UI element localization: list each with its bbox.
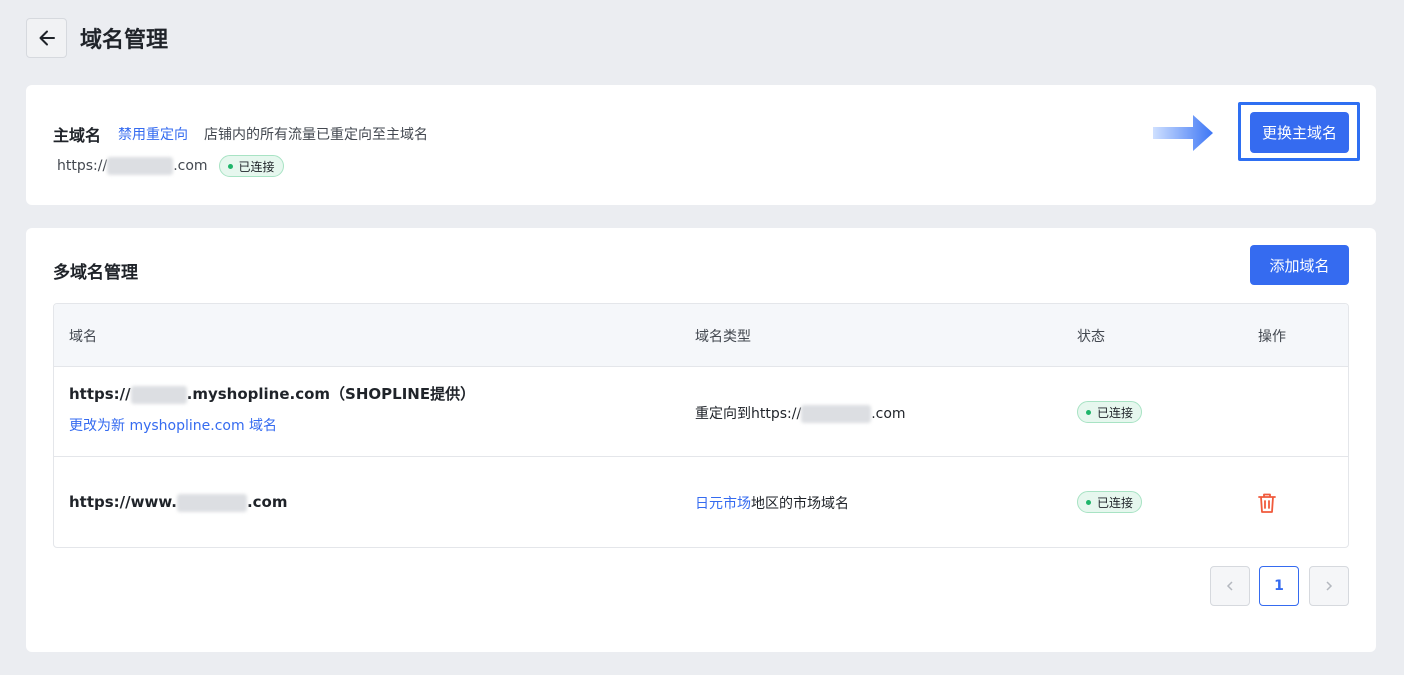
market-link[interactable]: 日元市场 [695,496,751,512]
status-cell: 已连接 [1077,401,1143,423]
redacted-domain [107,157,174,175]
page-button-current[interactable]: 1 [1259,566,1299,606]
page-header: 域名管理 [26,18,168,58]
next-page-button[interactable] [1309,566,1349,606]
add-domain-button[interactable]: 添加域名 [1250,245,1349,285]
domain-cell: https://www. .com [69,493,288,512]
arrow-right-icon [1153,115,1213,151]
redirect-description: 店铺内的所有流量已重定向至主域名 [204,127,429,143]
domain-cell: https://.myshopline.com（SHOPLINE提供） [69,385,476,404]
table-row: https://.myshopline.com（SHOPLINE提供） 更改为新… [54,367,1348,457]
domain-table: 域名 域名类型 状态 操作 https://.myshopline.com（SH… [53,303,1349,548]
status-cell: 已连接 [1077,491,1143,513]
change-primary-domain-button[interactable]: 更换主域名 [1250,112,1349,153]
table-header: 域名 域名类型 状态 操作 [54,304,1348,367]
primary-domain-label: 主域名 [53,126,102,145]
domain-type-cell: 重定向到https://.com [695,405,906,423]
column-header-domain: 域名 [69,329,97,345]
status-dot [1086,409,1091,415]
domain-type-cell: 日元市场地区的市场域名 [695,496,849,512]
primary-domain-url: https://.com [57,157,208,175]
prev-page-button[interactable] [1210,566,1250,606]
disable-redirect-link[interactable]: 禁用重定向 [118,124,188,144]
redacted-domain [176,493,247,512]
multi-domain-card: 多域名管理 添加域名 域名 域名类型 状态 操作 https://.myshop… [26,228,1376,652]
multi-domain-title: 多域名管理 [53,263,138,283]
arrow-left-icon [39,30,55,46]
trash-icon [1258,493,1276,513]
page-title: 域名管理 [80,28,169,53]
column-header-actions: 操作 [1258,329,1286,345]
primary-domain-card: 主域名 禁用重定向 店铺内的所有流量已重定向至主域名 https://.com … [26,85,1376,205]
column-header-status: 状态 [1077,329,1105,345]
status-dot [1086,499,1091,505]
status-badge: 已连接 [1077,491,1143,513]
status-dot [227,163,233,169]
redacted-domain [130,385,187,404]
delete-domain-button[interactable] [1257,492,1277,518]
back-button[interactable] [26,18,67,58]
status-badge: 已连接 [218,155,284,177]
chevron-right-icon [1326,581,1333,591]
status-badge: 已连接 [1077,401,1143,423]
column-header-type: 域名类型 [695,329,751,345]
change-myshopline-domain-link[interactable]: 更改为新 myshopline.com 域名 [69,415,277,435]
table-row: https://www. .com 日元市场地区的市场域名 已连接 [54,457,1348,547]
chevron-left-icon [1226,581,1233,591]
redacted-domain [801,405,872,423]
